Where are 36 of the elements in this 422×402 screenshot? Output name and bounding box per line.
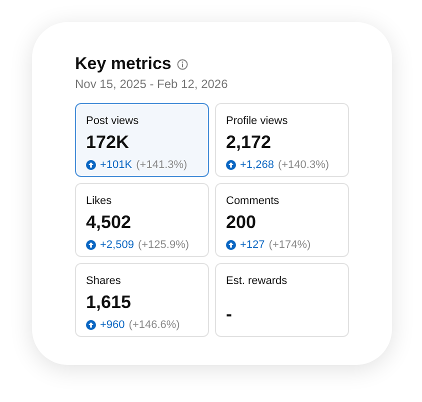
- metric-percent: (+125.9%): [138, 238, 190, 252]
- metric-label: Est. rewards: [226, 274, 288, 288]
- arrow-up-icon: [86, 240, 96, 250]
- metric-label: Likes: [86, 194, 113, 208]
- arrow-up-icon: [226, 240, 236, 250]
- metric-value: -: [226, 303, 233, 326]
- metric-percent: (+140.3%): [278, 158, 330, 172]
- card-title: Key metrics: [75, 54, 172, 74]
- metric-value: 2,172: [226, 131, 272, 154]
- metric-percent: (+141.3%): [136, 158, 188, 172]
- info-icon[interactable]: [177, 58, 188, 70]
- arrow-up-icon: [226, 160, 236, 170]
- metric-label: Post views: [86, 114, 140, 128]
- metric-change: +127: [240, 238, 265, 252]
- metric-label: Comments: [226, 194, 280, 208]
- metric-card[interactable]: Profile views 2,172 +1,268 (+140.3%): [215, 103, 349, 177]
- metric-label: Shares: [86, 274, 122, 288]
- metric-value: 4,502: [86, 211, 132, 234]
- metric-percent: (+174%): [268, 238, 311, 252]
- metric-change: +2,509: [100, 238, 134, 252]
- metric-card[interactable]: Post views 172K +101K (+141.3%): [75, 103, 209, 177]
- metric-card[interactable]: Shares 1,615 +960 (+146.6%): [75, 263, 209, 337]
- metric-card[interactable]: Est. rewards -: [215, 263, 349, 337]
- arrow-up-icon: [86, 320, 96, 330]
- date-range: Nov 15, 2025 - Feb 12, 2026: [75, 76, 229, 92]
- metric-value: 172K: [86, 131, 130, 154]
- metric-change: +960: [100, 318, 125, 332]
- arrow-up-icon: [86, 160, 96, 170]
- metric-value: 1,615: [86, 291, 132, 314]
- metric-change: +101K: [100, 158, 132, 172]
- metric-percent: (+146.6%): [128, 318, 180, 332]
- metric-change: +1,268: [240, 158, 274, 172]
- metric-label: Profile views: [226, 114, 289, 128]
- metric-card[interactable]: Comments 200 +127 (+174%): [215, 183, 349, 257]
- metric-value: 200: [226, 211, 258, 234]
- metric-card[interactable]: Likes 4,502 +2,509 (+125.9%): [75, 183, 209, 257]
